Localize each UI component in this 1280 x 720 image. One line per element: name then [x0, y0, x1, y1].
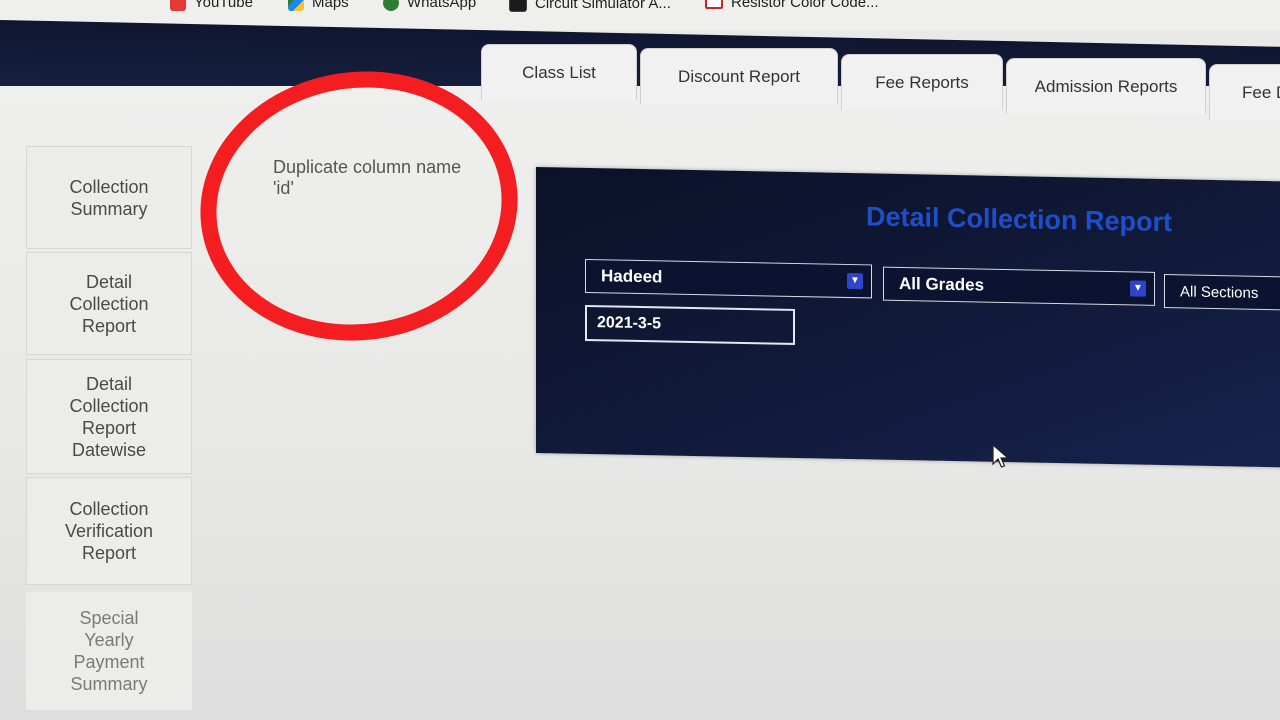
chevron-down-icon: ▼ [847, 272, 863, 290]
tab-label: Class List [522, 62, 596, 82]
sidebar-item-collection-summary[interactable]: Collection Summary [26, 146, 192, 249]
bookmark-whatsapp[interactable]: WhatsApp [383, 0, 476, 11]
grade-select-value: All Grades [899, 273, 985, 295]
bookmark-label: Maps [312, 0, 349, 11]
bookmark-maps[interactable]: Maps [288, 0, 349, 11]
tab-admission-reports[interactable]: Admission Reports [1006, 58, 1206, 114]
tab-label: Discount Report [678, 66, 800, 86]
report-panel: Detail Collection Report Hadeed ▼ All Gr… [536, 167, 1280, 468]
bookmark-resistor-color-code[interactable]: Resistor Color Code... [705, 0, 879, 11]
tab-label: Admission Reports [1034, 76, 1178, 96]
bookmark-youtube[interactable]: YouTube [170, 0, 253, 11]
campus-select[interactable]: Hadeed ▼ [585, 258, 872, 299]
sidebar-item-label: Detail Collection Report [69, 271, 149, 336]
date-input[interactable]: 2021-3-5 [585, 304, 795, 345]
bookmark-circuit-simulator[interactable]: Circuit Simulator A... [509, 0, 671, 12]
bookmark-label: Resistor Color Code... [731, 0, 879, 11]
campus-select-value: Hadeed [601, 266, 663, 287]
sidebar-item-label: Special Yearly Payment Summary [70, 608, 148, 694]
sidebar-item-collection-verification-report[interactable]: Collection Verification Report [26, 477, 192, 585]
grade-select[interactable]: All Grades ▼ [883, 266, 1155, 306]
circuit-simulator-icon [509, 0, 527, 12]
bookmark-label: Circuit Simulator A... [535, 0, 671, 12]
sidebar-item-label: Collection Verification Report [64, 499, 154, 563]
sidebar-item-detail-collection-report[interactable]: Detail Collection Report [26, 252, 192, 355]
tab-discount-report[interactable]: Discount Report [640, 48, 838, 104]
sidebar-item-special-yearly-payment-summary[interactable]: Special Yearly Payment Summary [26, 592, 192, 710]
tab-fee-reports[interactable]: Fee Reports [841, 54, 1003, 110]
mouse-pointer-icon [992, 444, 1010, 468]
whatsapp-icon [383, 0, 399, 11]
tab-class-list[interactable]: Class List [481, 44, 637, 100]
tab-label: Fee D [1242, 82, 1280, 102]
sidebar-item-label: Collection Summary [69, 176, 149, 219]
section-select[interactable]: All Sections [1164, 274, 1280, 311]
resistor-icon [705, 0, 723, 9]
section-select-value: All Sections [1180, 282, 1259, 302]
maps-icon [288, 0, 304, 11]
tab-label: Fee Reports [875, 72, 969, 92]
chevron-down-icon: ▼ [1130, 280, 1146, 297]
report-title: Detail Collection Report [866, 201, 1173, 238]
date-input-value: 2021-3-5 [597, 314, 662, 333]
bookmark-label: WhatsApp [407, 0, 477, 11]
youtube-icon [170, 0, 186, 11]
sidebar-item-label: Detail Collection Report Datewise [69, 373, 149, 460]
tab-fee-d[interactable]: Fee D [1209, 64, 1280, 120]
sidebar-item-detail-collection-report-datewise[interactable]: Detail Collection Report Datewise [26, 359, 192, 474]
bookmark-label: YouTube [194, 0, 253, 11]
